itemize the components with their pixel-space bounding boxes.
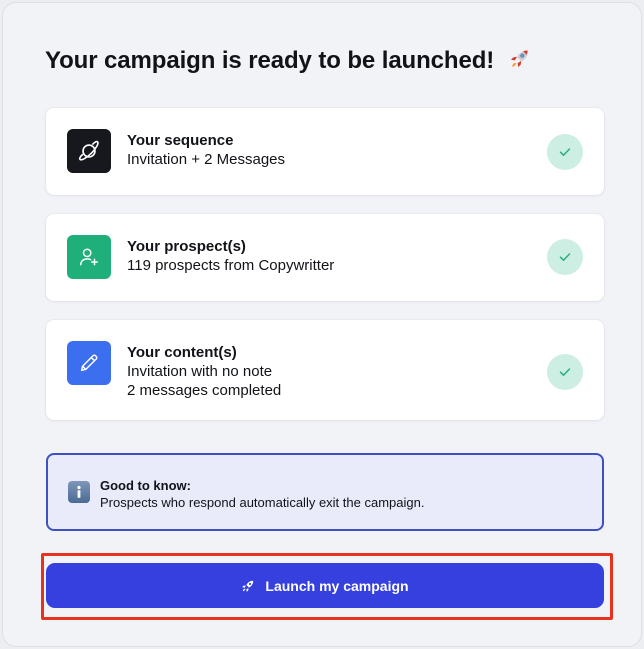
campaign-launch-panel: Your campaign is ready to be launched! Y… xyxy=(2,2,642,647)
info-icon xyxy=(68,481,90,503)
sequence-text: Your sequence Invitation + 2 Messages xyxy=(127,131,285,169)
add-user-icon xyxy=(67,235,111,279)
content-detail-2: 2 messages completed xyxy=(127,382,282,399)
content-text: Your content(s) Invitation with no note … xyxy=(127,343,281,400)
prospects-heading: Your prospect(s) xyxy=(127,238,246,255)
pencil-icon xyxy=(67,341,111,385)
rocket-emoji-icon xyxy=(507,47,531,78)
note-text: Good to know: Prospects who respond auto… xyxy=(100,477,424,511)
prospects-detail: 119 prospects from Copywritter xyxy=(127,257,335,274)
launch-button-label: Launch my campaign xyxy=(265,577,409,594)
launch-campaign-button[interactable]: Launch my campaign xyxy=(46,563,604,608)
sequence-card[interactable]: Your sequence Invitation + 2 Messages xyxy=(46,108,604,195)
sequence-heading: Your sequence xyxy=(127,132,234,149)
planet-icon xyxy=(67,129,111,173)
page-title: Your campaign is ready to be launched! xyxy=(45,47,531,78)
content-detail-1: Invitation with no note xyxy=(127,363,273,380)
page-title-text: Your campaign is ready to be launched! xyxy=(45,47,495,74)
content-card[interactable]: Your content(s) Invitation with no note … xyxy=(46,320,604,420)
prospects-card[interactable]: Your prospect(s) 119 prospects from Copy… xyxy=(46,214,604,301)
prospects-text: Your prospect(s) 119 prospects from Copy… xyxy=(127,237,334,275)
check-icon xyxy=(547,134,583,170)
content-heading: Your content(s) xyxy=(127,344,237,361)
sequence-detail: Invitation + 2 Messages xyxy=(127,151,286,168)
note-body: Prospects who respond automatically exit… xyxy=(100,495,425,510)
good-to-know-note: Good to know: Prospects who respond auto… xyxy=(46,453,604,531)
rocket-icon xyxy=(241,579,255,593)
note-heading: Good to know: xyxy=(100,478,191,493)
check-icon xyxy=(547,354,583,390)
check-icon xyxy=(547,239,583,275)
